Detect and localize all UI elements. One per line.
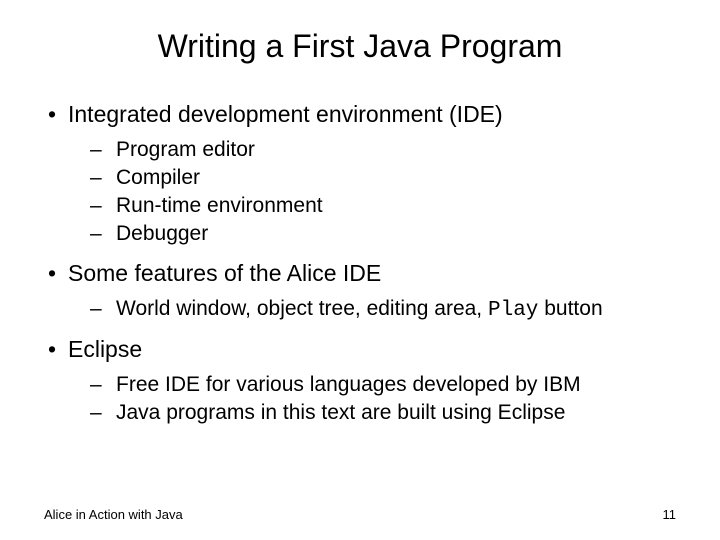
code-text: Play	[488, 299, 538, 322]
sub-bullet: – Run-time environment	[90, 194, 676, 218]
sub-bullet: – World window, object tree, editing are…	[90, 297, 676, 322]
dash-icon: –	[90, 222, 116, 246]
slide: Writing a First Java Program • Integrate…	[0, 0, 720, 540]
footer: Alice in Action with Java 11	[44, 507, 676, 522]
sub-bullet-text: Free IDE for various languages developed…	[116, 373, 581, 397]
bullet-dot-icon: •	[48, 101, 68, 128]
sub-bullet-text: Program editor	[116, 138, 255, 162]
dash-icon: –	[90, 373, 116, 397]
sub-bullet-text: Run-time environment	[116, 194, 323, 218]
sub-bullet: – Program editor	[90, 138, 676, 162]
sub-bullet: – Compiler	[90, 166, 676, 190]
slide-title: Writing a First Java Program	[44, 28, 676, 65]
sub-bullet-text: Compiler	[116, 166, 200, 190]
page-number: 11	[663, 507, 677, 522]
sub-bullet-text: Java programs in this text are built usi…	[116, 401, 565, 425]
dash-icon: –	[90, 166, 116, 190]
sub-text-part: button	[538, 297, 602, 320]
bullet-dot-icon: •	[48, 336, 68, 363]
footer-left: Alice in Action with Java	[44, 507, 183, 522]
bullet-dot-icon: •	[48, 260, 68, 287]
bullet-eclipse: • Eclipse	[48, 336, 676, 363]
dash-icon: –	[90, 297, 116, 322]
sub-text-part: World window, object tree, editing area,	[116, 297, 488, 320]
sub-bullet: – Free IDE for various languages develop…	[90, 373, 676, 397]
bullet-text: Eclipse	[68, 336, 142, 363]
sub-bullet: – Java programs in this text are built u…	[90, 401, 676, 425]
sub-bullet-text: Debugger	[116, 222, 208, 246]
sub-bullet: – Debugger	[90, 222, 676, 246]
bullet-text: Some features of the Alice IDE	[68, 260, 381, 287]
dash-icon: –	[90, 401, 116, 425]
bullet-ide: • Integrated development environment (ID…	[48, 101, 676, 128]
dash-icon: –	[90, 138, 116, 162]
dash-icon: –	[90, 194, 116, 218]
bullet-text: Integrated development environment (IDE)	[68, 101, 503, 128]
bullet-alice: • Some features of the Alice IDE	[48, 260, 676, 287]
sub-bullet-text: World window, object tree, editing area,…	[116, 297, 603, 322]
